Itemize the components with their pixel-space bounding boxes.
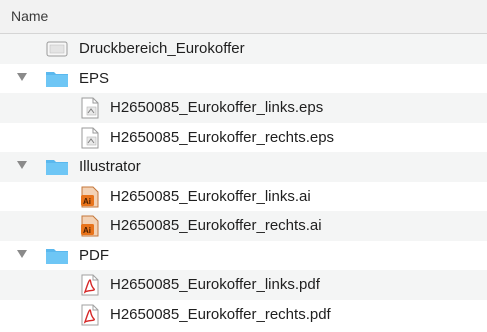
file-list: Druckbereich_Eurokoffer EPS H2650085_Eur… xyxy=(0,34,487,329)
list-item-illustrator-folder[interactable]: Illustrator xyxy=(0,152,487,182)
list-item-pdf-links[interactable]: H2650085_Eurokoffer_links.pdf xyxy=(0,270,487,300)
list-item-eps-rechts[interactable]: H2650085_Eurokoffer_rechts.eps xyxy=(0,123,487,153)
list-item-eps-links[interactable]: H2650085_Eurokoffer_links.eps xyxy=(0,93,487,123)
disclosure-triangle-icon[interactable] xyxy=(17,72,27,81)
list-item-druckbereich[interactable]: Druckbereich_Eurokoffer xyxy=(0,34,487,64)
column-header[interactable]: Name xyxy=(0,0,487,34)
list-item-label: H2650085_Eurokoffer_links.ai xyxy=(110,187,311,205)
eps-file-icon xyxy=(77,97,103,119)
list-item-label: EPS xyxy=(79,69,110,87)
folder-icon xyxy=(44,68,70,90)
list-item-label: H2650085_Eurokoffer_rechts.pdf xyxy=(110,305,331,323)
illustrator-file-icon: Ai xyxy=(77,215,103,237)
list-item-ai-rechts[interactable]: Ai H2650085_Eurokoffer_rechts.ai xyxy=(0,211,487,241)
list-item-label: Druckbereich_Eurokoffer xyxy=(79,40,245,57)
finder-list-view: Name Druckbereich_Eurokoffer EPS H265008… xyxy=(0,0,487,332)
list-item-label: H2650085_Eurokoffer_rechts.eps xyxy=(110,128,335,146)
list-item-pdf-folder[interactable]: PDF xyxy=(0,241,487,271)
list-item-label: H2650085_Eurokoffer_links.pdf xyxy=(110,276,320,293)
pdf-file-icon xyxy=(77,274,103,296)
folder-icon xyxy=(44,245,70,267)
eps-file-icon xyxy=(77,127,103,149)
folder-icon xyxy=(44,156,70,178)
list-item-label: Illustrator xyxy=(79,158,141,175)
disclosure-triangle-icon[interactable] xyxy=(17,161,27,169)
pdf-file-icon xyxy=(77,304,103,326)
disclosure-triangle-icon[interactable] xyxy=(17,249,27,258)
illustrator-file-icon: Ai xyxy=(77,186,103,208)
list-item-eps-folder[interactable]: EPS xyxy=(0,64,487,94)
list-item-label: H2650085_Eurokoffer_rechts.ai xyxy=(110,217,322,234)
list-item-label: H2650085_Eurokoffer_links.eps xyxy=(110,99,324,116)
column-header-name[interactable]: Name xyxy=(11,8,48,24)
list-item-ai-links[interactable]: Ai H2650085_Eurokoffer_links.ai xyxy=(0,182,487,212)
list-item-pdf-rechts[interactable]: H2650085_Eurokoffer_rechts.pdf xyxy=(0,300,487,330)
document-icon xyxy=(44,38,70,60)
svg-text:Ai: Ai xyxy=(83,226,91,235)
list-item-label: PDF xyxy=(79,246,109,264)
svg-text:Ai: Ai xyxy=(83,197,91,206)
